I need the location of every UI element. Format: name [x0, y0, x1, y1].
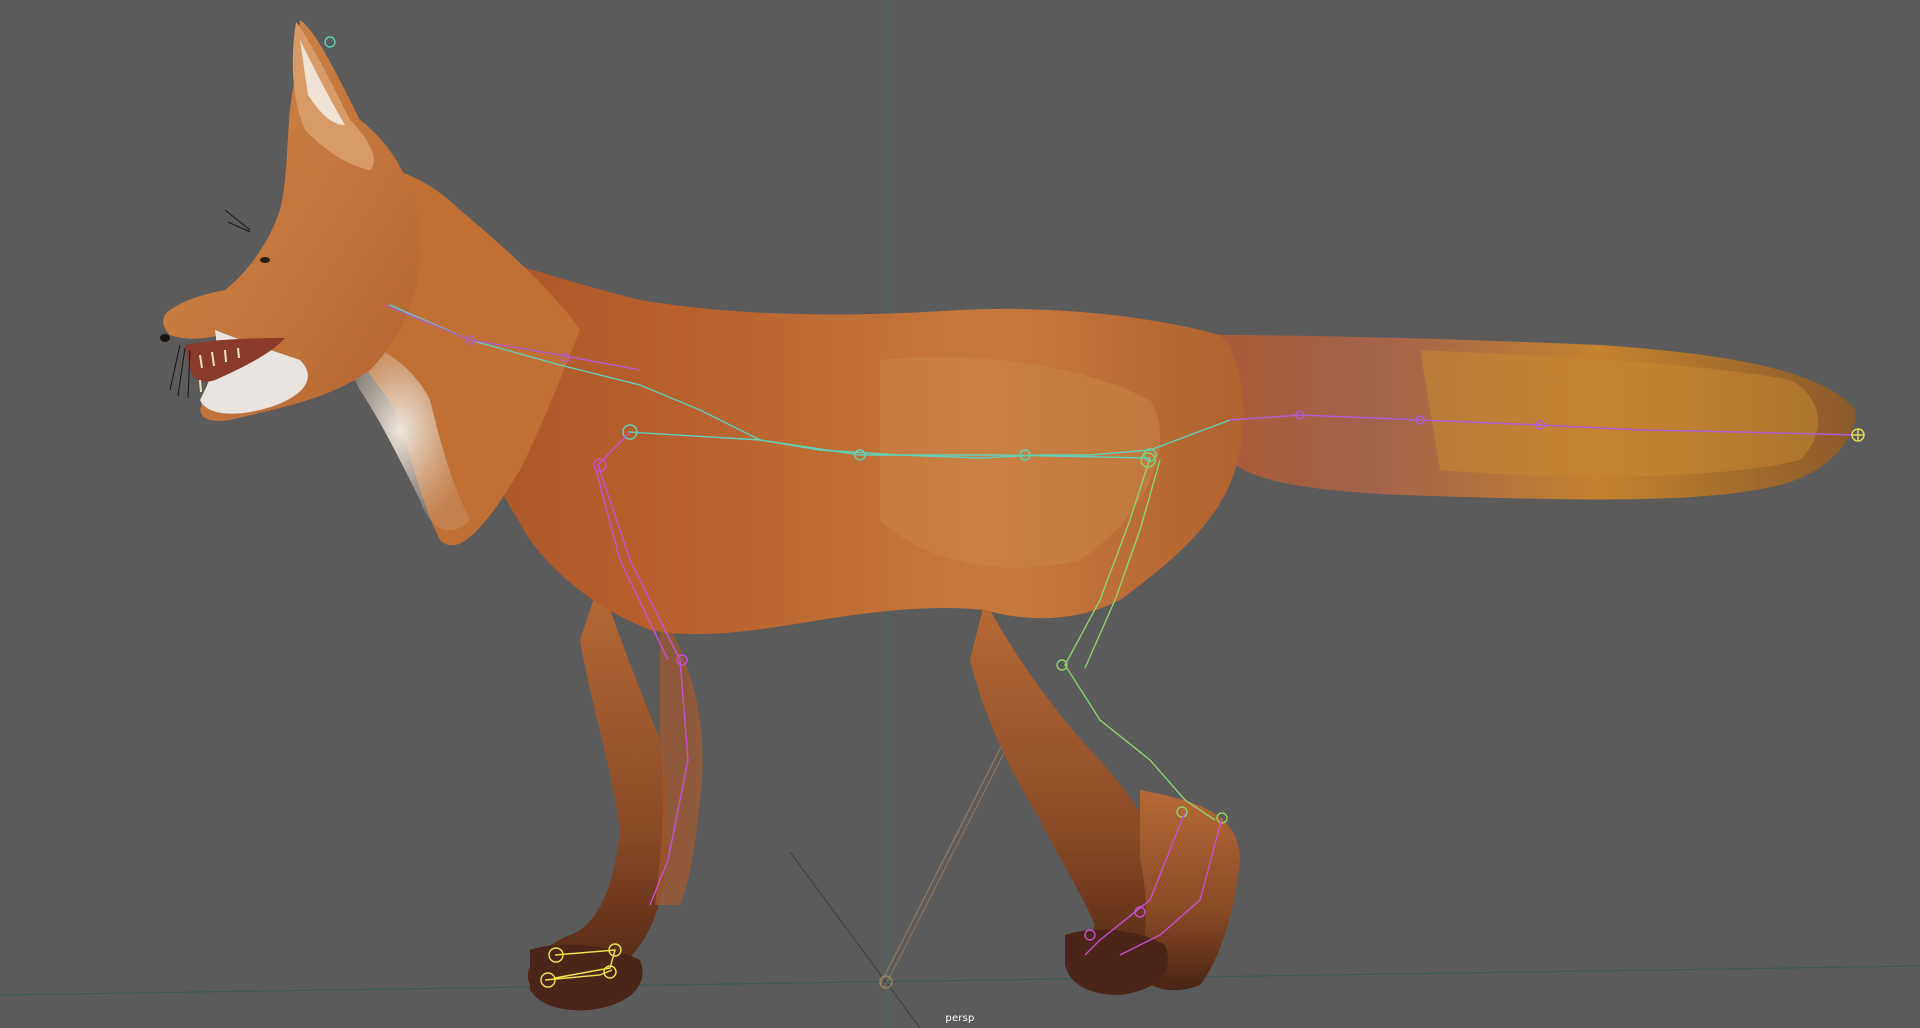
fox-front-leg[interactable]	[527, 580, 668, 998]
fox-eye	[260, 257, 270, 263]
3d-viewport[interactable]: persp	[0, 0, 1920, 1028]
camera-label: persp	[945, 1013, 975, 1024]
fox-nose	[160, 334, 170, 342]
fox-front-paw[interactable]	[530, 944, 643, 1011]
head-joint-locator-icon[interactable]	[324, 36, 336, 48]
fox-model[interactable]	[160, 20, 1856, 1011]
viewport-canvas[interactable]	[0, 0, 1920, 1028]
tail-end-locator-icon[interactable]	[1851, 428, 1865, 442]
